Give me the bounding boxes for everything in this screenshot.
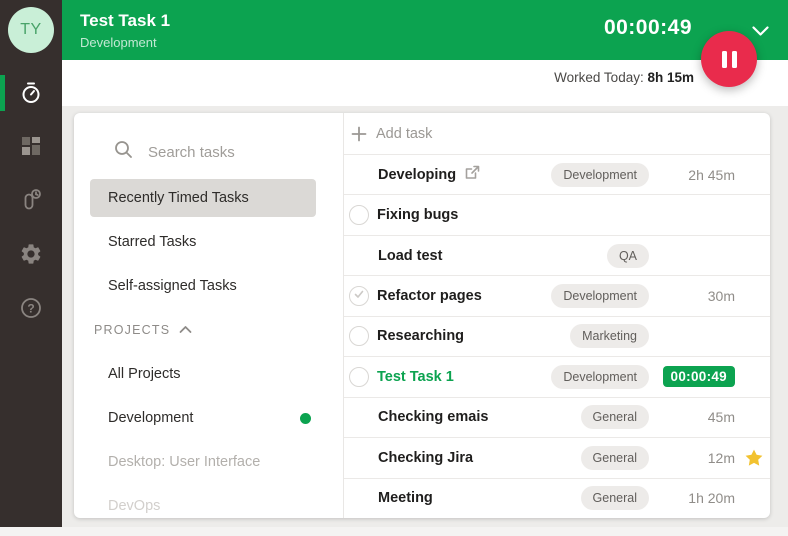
task-name: Developing [378,165,551,184]
task-name: Checking emais [378,409,581,425]
task-list: Add task Developing Development 2h 45m [343,113,770,518]
task-row[interactable]: Researching Marketing [344,317,770,357]
projects-header-label: PROJECTS [94,323,170,337]
project-badge: Marketing [570,324,649,348]
task-checkbox-checked[interactable] [349,286,369,306]
help-icon: ? [19,296,43,320]
project-label: Development [108,410,193,426]
task-time: 45m [649,409,735,425]
project-development[interactable]: Development [74,399,343,437]
project-badge: Development [551,284,649,308]
nav-recently-timed-tasks[interactable]: Recently Timed Tasks [90,179,316,217]
task-row[interactable]: Checking Jira General 12m [344,438,770,478]
projects-section-header[interactable]: PROJECTS [74,311,343,349]
sidebar-item-settings[interactable] [0,236,62,272]
plus-icon [349,126,368,142]
sidebar: TY [0,0,62,527]
task-checkbox[interactable] [349,367,369,387]
task-time: 1h 20m [649,490,735,506]
task-name: Researching [377,328,570,344]
project-badge: QA [607,244,649,268]
task-name: Checking Jira [378,450,581,466]
avatar-initials: TY [20,21,41,39]
sidebar-item-timer[interactable] [0,75,62,111]
project-badge: General [581,486,649,510]
active-task-title: Test Task 1 [80,11,170,31]
dashboard-icon [20,135,42,157]
star-icon[interactable] [744,448,764,473]
nav-label: Recently Timed Tasks [108,190,249,206]
time-capture-icon [19,188,43,212]
running-timer-value: 00:00:49 [604,16,692,40]
nav-label: Starred Tasks [108,234,196,250]
task-row[interactable]: Checking emais General 45m [344,398,770,438]
app-window: TY [0,0,788,536]
active-project-dot [300,413,311,424]
check-icon [353,287,365,305]
task-filters-panel: Recently Timed Tasks Starred Tasks Self-… [74,113,343,518]
active-task-project: Development [80,35,157,50]
task-checkbox[interactable] [349,326,369,346]
stopwatch-icon [19,81,43,105]
main-card: Recently Timed Tasks Starred Tasks Self-… [74,113,770,518]
svg-text:?: ? [27,302,34,316]
task-name: Refactor pages [377,288,551,304]
project-badge: Development [551,365,649,389]
project-label: Desktop: User Interface [108,454,260,470]
task-row[interactable]: Meeting General 1h 20m [344,479,770,518]
nav-label: Self-assigned Tasks [108,278,237,294]
nav-starred-tasks[interactable]: Starred Tasks [74,223,343,261]
task-name: Fixing bugs [377,207,735,223]
nav-self-assigned-tasks[interactable]: Self-assigned Tasks [74,267,343,305]
add-task-row[interactable]: Add task [344,113,770,155]
worked-today-bar: Worked Today: 8h 15m [62,60,788,106]
task-name: Load test [378,248,607,264]
task-row[interactable]: Load test QA [344,236,770,276]
worked-today-label: Worked Today: [554,70,647,85]
worked-today-value: 8h 15m [647,70,694,85]
external-link-icon[interactable] [465,165,480,184]
task-name: Meeting [378,490,581,506]
task-row[interactable]: Developing Development 2h 45m [344,155,770,195]
project-badge: General [581,405,649,429]
project-label: DevOps [108,498,160,514]
pause-button[interactable] [701,31,757,87]
search-input[interactable] [146,143,320,162]
project-badge: Development [551,163,649,187]
running-task-timer-badge: 00:00:49 [663,366,735,387]
task-time: 12m [649,450,735,466]
task-row-active[interactable]: Test Task 1 Development 00:00:49 [344,357,770,397]
search-field[interactable] [74,113,343,179]
sidebar-item-dashboard[interactable] [0,128,62,164]
task-time: 30m [649,288,735,304]
task-row[interactable]: Fixing bugs [344,195,770,235]
project-badge: General [581,446,649,470]
project-all-projects[interactable]: All Projects [74,355,343,393]
gear-icon [19,242,43,266]
task-name: Test Task 1 [377,369,551,385]
project-label: All Projects [108,366,181,382]
sidebar-item-integrations[interactable] [0,182,62,218]
project-devops[interactable]: DevOps [74,487,343,518]
task-time: 2h 45m [649,167,735,183]
pause-icon [722,51,727,68]
sidebar-item-help[interactable]: ? [0,290,62,326]
timer-header: Test Task 1 Development 00:00:49 [62,0,788,60]
worked-today-text: Worked Today: 8h 15m [554,70,694,85]
add-task-label: Add task [376,126,432,142]
project-desktop-user-interface[interactable]: Desktop: User Interface [74,443,343,481]
avatar[interactable]: TY [8,7,54,53]
search-icon [114,140,146,164]
task-row[interactable]: Refactor pages Development 30m [344,276,770,316]
chevron-down-icon[interactable] [752,24,769,42]
chevron-up-icon [179,323,192,337]
task-checkbox[interactable] [349,205,369,225]
